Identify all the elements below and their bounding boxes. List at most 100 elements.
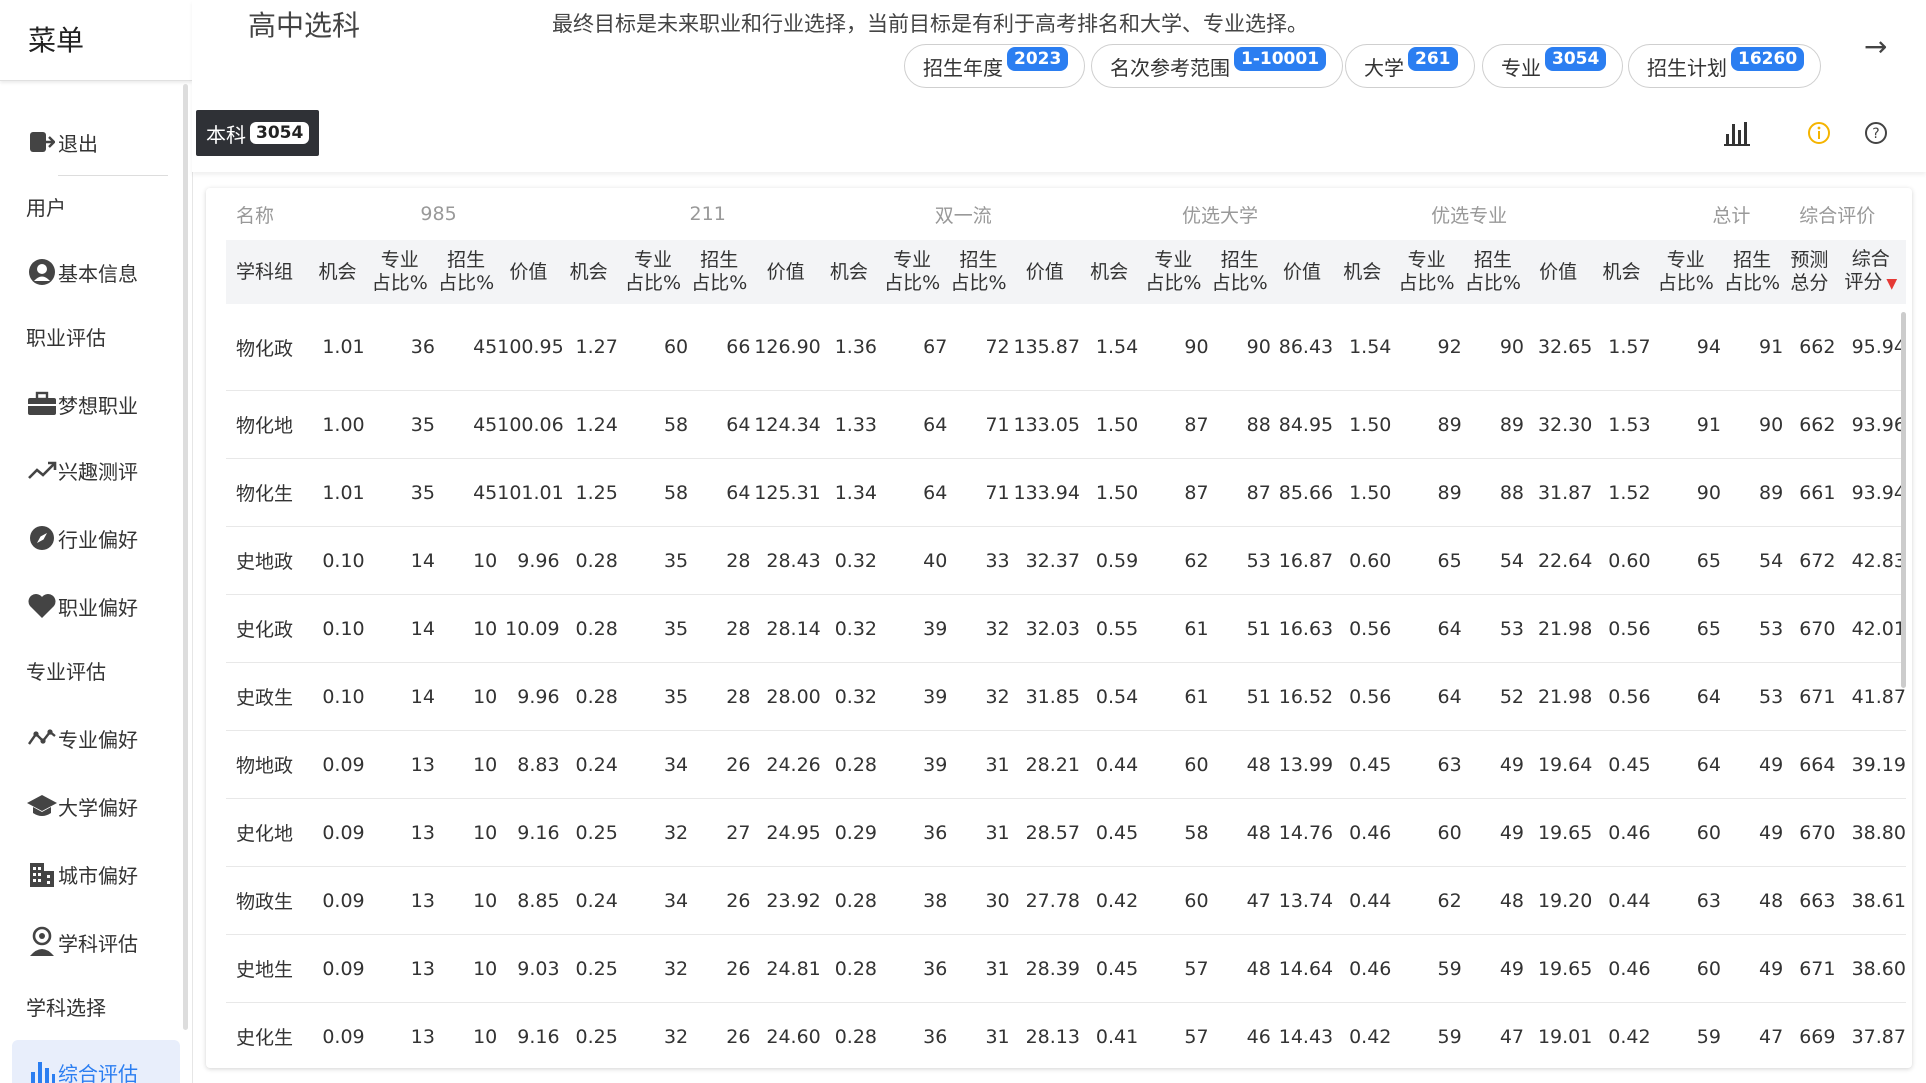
info-icon[interactable] — [1804, 118, 1834, 148]
sidebar-item-10[interactable]: 大学偏好 — [26, 788, 138, 824]
sort-desc-icon[interactable]: ▼ — [1886, 276, 1897, 292]
sidebar-item-6[interactable]: 行业偏好 — [26, 520, 138, 556]
table-cell: 51 — [1208, 594, 1271, 663]
table-cell: 0.09 — [310, 1002, 365, 1068]
table-cell: 65 — [1391, 526, 1462, 595]
table-cell: 0.44 — [1333, 866, 1392, 935]
col-header-major-pct[interactable]: 专业 占比% — [1138, 240, 1209, 304]
sidebar-item-11[interactable]: 城市偏好 — [26, 856, 138, 892]
table-cell: 0.28 — [559, 662, 618, 731]
sidebar-item-4[interactable]: 梦想职业 — [26, 386, 138, 422]
table-cell: 13 — [364, 798, 435, 867]
table-cell: 0.32 — [820, 662, 878, 731]
table-row[interactable]: 史地政 0.10 14 10 9.96 0.28 35 28 28.43 0.32 40 33 32.3… — [226, 526, 1906, 595]
col-header-value[interactable]: 价值 — [1009, 240, 1080, 304]
sidebar-item-5[interactable]: 兴趣测评 — [26, 452, 138, 488]
table-cell: 57 — [1138, 934, 1209, 1003]
table-row[interactable]: 史化生 0.09 13 10 9.16 0.25 32 26 24.60 0.28 36 31 28.1… — [226, 1002, 1906, 1068]
table-cell: 34 — [617, 730, 689, 799]
sidebar-item-label: 专业偏好 — [58, 727, 138, 752]
col-header-value[interactable]: 价值 — [1524, 240, 1593, 304]
sidebar-item-12[interactable]: 学科评估 — [26, 924, 138, 960]
table-cell: 26 — [688, 730, 751, 799]
table-cell: 21.98 — [1524, 662, 1593, 731]
table-row[interactable]: 物化政 1.01 36 45 100.95 1.27 60 66 126.90 1.36 67 72 1… — [226, 304, 1906, 391]
table-cell: 53 — [1208, 526, 1271, 595]
col-header-chance[interactable]: 机会 — [1333, 240, 1392, 304]
col-header-chance[interactable]: 机会 — [310, 240, 365, 304]
col-header-chance[interactable]: 机会 — [1592, 240, 1651, 304]
chip-major[interactable]: 专业 3054 — [1482, 44, 1624, 88]
table-cell: 28.13 — [1009, 1002, 1080, 1068]
sidebar-item-2[interactable]: 基本信息 — [26, 254, 138, 290]
divider — [58, 175, 168, 176]
table-scrollbar[interactable] — [1901, 312, 1906, 688]
table-row[interactable]: 史地生 0.09 13 10 9.03 0.25 32 26 24.81 0.28 36 31 28.3… — [226, 934, 1906, 1003]
table-cell: 92 — [1391, 304, 1462, 391]
table-cell: 48 — [1208, 798, 1271, 867]
col-header-chance[interactable]: 机会 — [559, 240, 618, 304]
sidebar-item-0[interactable]: 退出 — [26, 124, 98, 160]
table-row[interactable]: 物化生 1.01 35 45 101.01 1.25 58 64 125.31 1.34 64 71 1… — [226, 458, 1906, 527]
col-header-overall-score[interactable]: 综合 评分 ▼ — [1835, 240, 1906, 304]
bar-chart-icon[interactable] — [1722, 118, 1752, 148]
col-header-value[interactable]: 价值 — [497, 240, 560, 304]
col-header-major-pct[interactable]: 专业 占比% — [1391, 240, 1462, 304]
sidebar-scrollbar[interactable] — [183, 84, 188, 1030]
table-cell: 0.46 — [1333, 798, 1392, 867]
col-header-admit-pct[interactable]: 招生 占比% — [1461, 240, 1525, 304]
col-header-admit-pct[interactable]: 招生 占比% — [1720, 240, 1784, 304]
col-header-admit-pct[interactable]: 招生 占比% — [947, 240, 1010, 304]
help-icon[interactable]: ? — [1861, 118, 1891, 148]
chip-university[interactable]: 大学 261 — [1345, 44, 1475, 88]
col-header-major-pct[interactable]: 专业 占比% — [617, 240, 689, 304]
col-header-admit-pct[interactable]: 招生 占比% — [688, 240, 751, 304]
chip-enrollment-plan[interactable]: 招生计划 16260 — [1628, 44, 1822, 88]
cell-subject-group: 史政生 — [226, 662, 311, 731]
table-cell: 28 — [688, 594, 751, 663]
chip-year[interactable]: 招生年度 2023 — [904, 44, 1086, 88]
table-row[interactable]: 史化政 0.10 14 10 10.09 0.28 35 28 28.14 0.32 39 32 32.… — [226, 594, 1906, 663]
col-header-major-pct[interactable]: 专业 占比% — [1650, 240, 1721, 304]
tab-undergraduate[interactable]: 本科 3054 — [196, 110, 320, 156]
table-cell: 28.14 — [750, 594, 821, 663]
table-row[interactable]: 物化地 1.00 35 45 100.06 1.24 58 64 124.34 1.33 64 71 1… — [226, 390, 1906, 459]
table-cell: 0.09 — [310, 866, 365, 935]
chip-rank-range[interactable]: 名次参考范围 1-10001 — [1091, 44, 1344, 88]
col-header-value[interactable]: 价值 — [750, 240, 821, 304]
col-header-major-pct[interactable]: 专业 占比% — [364, 240, 435, 304]
col-header-predicted-score[interactable]: 预测 总分 — [1783, 240, 1836, 304]
sidebar-item-7[interactable]: 职业偏好 — [26, 588, 138, 624]
table-cell: 89 — [1720, 458, 1784, 527]
col-header-major-pct[interactable]: 专业 占比% — [877, 240, 948, 304]
table-cell: 661 — [1783, 458, 1836, 527]
cell-subject-group: 史化地 — [226, 798, 311, 867]
table-cell: 32 — [617, 1002, 689, 1068]
table-row[interactable]: 史政生 0.10 14 10 9.96 0.28 35 28 28.00 0.32 39 32 31.8… — [226, 662, 1906, 731]
results-table-card: 名称 985 211 双一流 优选大学 优选专业 总计 综合评价 学科组 机会 专业… — [206, 188, 1912, 1068]
table-row[interactable]: 物政生 0.09 13 10 8.85 0.24 34 26 23.92 0.28 38 30 27.7… — [226, 866, 1906, 935]
col-header-chance[interactable]: 机会 — [1079, 240, 1139, 304]
table-cell: 0.44 — [1592, 866, 1651, 935]
table-cell: 49 — [1461, 798, 1525, 867]
table-cell: 19.65 — [1524, 798, 1593, 867]
table-row[interactable]: 史化地 0.09 13 10 9.16 0.25 32 27 24.95 0.29 36 31 28.5… — [226, 798, 1906, 867]
table-cell: 0.24 — [559, 866, 618, 935]
col-header-subject-group[interactable]: 学科组 — [226, 240, 311, 304]
col-header-admit-pct[interactable]: 招生 占比% — [1208, 240, 1271, 304]
col-header-admit-pct[interactable]: 招生 占比% — [434, 240, 498, 304]
table-cell: 54 — [1720, 526, 1784, 595]
table-cell: 9.96 — [497, 526, 560, 595]
col-header-value[interactable]: 价值 — [1270, 240, 1334, 304]
sidebar-item-14[interactable]: 综合评估 — [26, 1054, 138, 1083]
table-cell: 45 — [434, 390, 498, 459]
sidebar-item-9[interactable]: 专业偏好 — [26, 720, 138, 756]
group-header-row: 名称 985 211 双一流 优选大学 优选专业 总计 综合评价 — [226, 188, 1906, 240]
col-header-chance[interactable]: 机会 — [820, 240, 878, 304]
table-row[interactable]: 物地政 0.09 13 10 8.83 0.24 34 26 24.26 0.28 39 31 28.2… — [226, 730, 1906, 799]
table-cell: 1.50 — [1079, 390, 1139, 459]
arrow-right-icon[interactable]: → — [1864, 30, 1887, 63]
table-cell: 101.01 — [497, 458, 564, 527]
table-cell: 8.83 — [497, 730, 560, 799]
table-cell: 10 — [434, 662, 498, 731]
